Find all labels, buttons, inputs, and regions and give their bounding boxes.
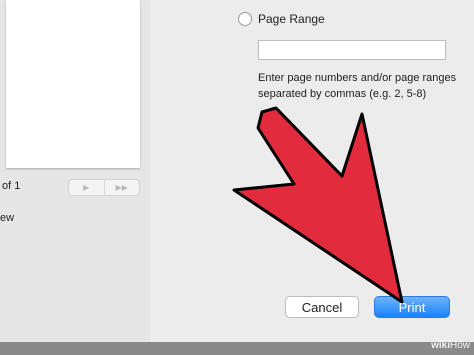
print-dialog: of 1 ▶ ▶▶ ew Page Range Enter page numbe… [0, 0, 474, 342]
cancel-button[interactable]: Cancel [285, 296, 359, 318]
preview-navigation: ▶ ▶▶ [68, 179, 140, 196]
play-icon: ▶ [83, 183, 90, 192]
next-page-button[interactable]: ▶ [69, 180, 104, 195]
print-button[interactable]: Print [374, 296, 450, 318]
bottom-bar [0, 342, 474, 355]
print-preview-panel: of 1 ▶ ▶▶ ew [0, 0, 150, 342]
last-page-button[interactable]: ▶▶ [103, 180, 140, 195]
page-range-radio[interactable] [238, 12, 252, 26]
page-range-input[interactable] [258, 40, 446, 60]
page-range-option[interactable]: Page Range [238, 12, 325, 26]
fast-forward-icon: ▶▶ [115, 183, 128, 192]
page-preview [6, 0, 140, 168]
page-range-label: Page Range [258, 12, 325, 26]
show-details-text: ew [0, 212, 15, 224]
page-count-label: of 1 [2, 180, 21, 192]
page-range-help-text: Enter page numbers and/or page ranges se… [258, 72, 457, 100]
wikihow-watermark: wikiHow [431, 340, 470, 351]
